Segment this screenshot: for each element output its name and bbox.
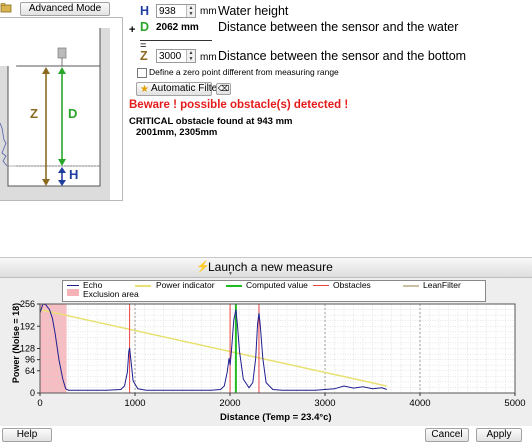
launch-measure-label: Launch a new measure: [208, 260, 333, 274]
chart-panel: Echo Power indicator Computed value Obst…: [0, 278, 532, 426]
x-tick-label: 1000: [124, 398, 145, 409]
x-axis-label: Distance (Temp = 23.4°c): [220, 412, 332, 423]
y-tick-label: 192: [20, 321, 35, 331]
d-letter: D: [140, 20, 150, 34]
settings-icon: [0, 2, 12, 14]
spin-arrows-icon[interactable]: ▲ ▼: [186, 5, 195, 17]
y-tick-label: 64: [25, 366, 35, 376]
water-height-label: Water height: [218, 4, 289, 18]
y-tick-label: 256: [20, 299, 35, 309]
z-unit: mm: [200, 52, 217, 63]
obstacle-distances: 2001mm, 2305mm: [136, 127, 218, 138]
y-tick-label: 96: [25, 355, 35, 365]
chevron-down-icon: ▼: [228, 271, 233, 277]
schematic-h-label: H: [69, 167, 79, 182]
obstacle-warning: Beware ! possible obstacle(s) detected !: [129, 99, 349, 111]
star-icon: ★: [140, 84, 149, 95]
x-tick-label: 4000: [409, 398, 430, 409]
d-value: 2062 mm: [156, 22, 199, 33]
schematic-d-label: D: [68, 106, 78, 121]
spin-arrows-icon[interactable]: ▲ ▼: [186, 50, 195, 62]
help-label: Help: [16, 429, 38, 440]
automatic-filter-button[interactable]: ★ Automatic Filter: [136, 82, 220, 96]
x-tick-label: 2000: [219, 398, 240, 409]
clear-filter-button[interactable]: ⌫: [216, 83, 231, 95]
cancel-label: Cancel: [431, 429, 463, 440]
sensor-schematic: Z D H: [0, 17, 123, 201]
advanced-mode-label: Advanced Mode: [28, 3, 102, 14]
z-label: Distance between the sensor and the bott…: [218, 49, 467, 63]
water-height-input[interactable]: 938 ▲ ▼: [156, 4, 196, 18]
automatic-filter-label: Automatic Filter: [151, 83, 221, 94]
eraser-icon: ⌫: [217, 84, 230, 93]
zero-point-checkbox[interactable]: [137, 68, 147, 78]
d-label: Distance between the sensor and the wate…: [218, 20, 459, 34]
advanced-mode-button[interactable]: Advanced Mode: [20, 2, 110, 16]
water-height-value: 938: [159, 6, 176, 17]
zero-point-label: Define a zero point different from measu…: [149, 67, 339, 77]
y-tick-label: 0: [30, 388, 35, 398]
z-distance-input[interactable]: 3000 ▲ ▼: [156, 49, 196, 63]
schematic-z-label: Z: [30, 106, 38, 121]
x-tick-label: 0: [37, 398, 42, 409]
water-height-unit: mm: [200, 6, 217, 17]
h-letter: H: [140, 4, 150, 18]
help-button[interactable]: Help: [2, 428, 52, 442]
x-tick-label: 5000: [504, 398, 525, 409]
z-value: 3000: [159, 51, 182, 62]
y-axis-label: Power (Noise = 18): [11, 302, 22, 384]
cancel-button[interactable]: Cancel: [425, 428, 469, 442]
y-tick-label: 128: [20, 344, 35, 354]
apply-label: Apply: [486, 429, 512, 440]
plus-sign: +: [129, 24, 136, 36]
echo-chart: 0 1000 2000 3000 4000 5000 0 6496128 192 256: [20, 299, 526, 409]
critical-obstacle-text: CRITICAL obstacle found at 943 mm: [129, 116, 293, 127]
z-letter: Z: [140, 49, 148, 63]
x-tick-label: 3000: [314, 398, 335, 409]
launch-measure-bar[interactable]: ⚡ Launch a new measure ▼: [0, 257, 532, 278]
apply-button[interactable]: Apply: [476, 428, 522, 442]
sum-divider: [140, 40, 212, 41]
